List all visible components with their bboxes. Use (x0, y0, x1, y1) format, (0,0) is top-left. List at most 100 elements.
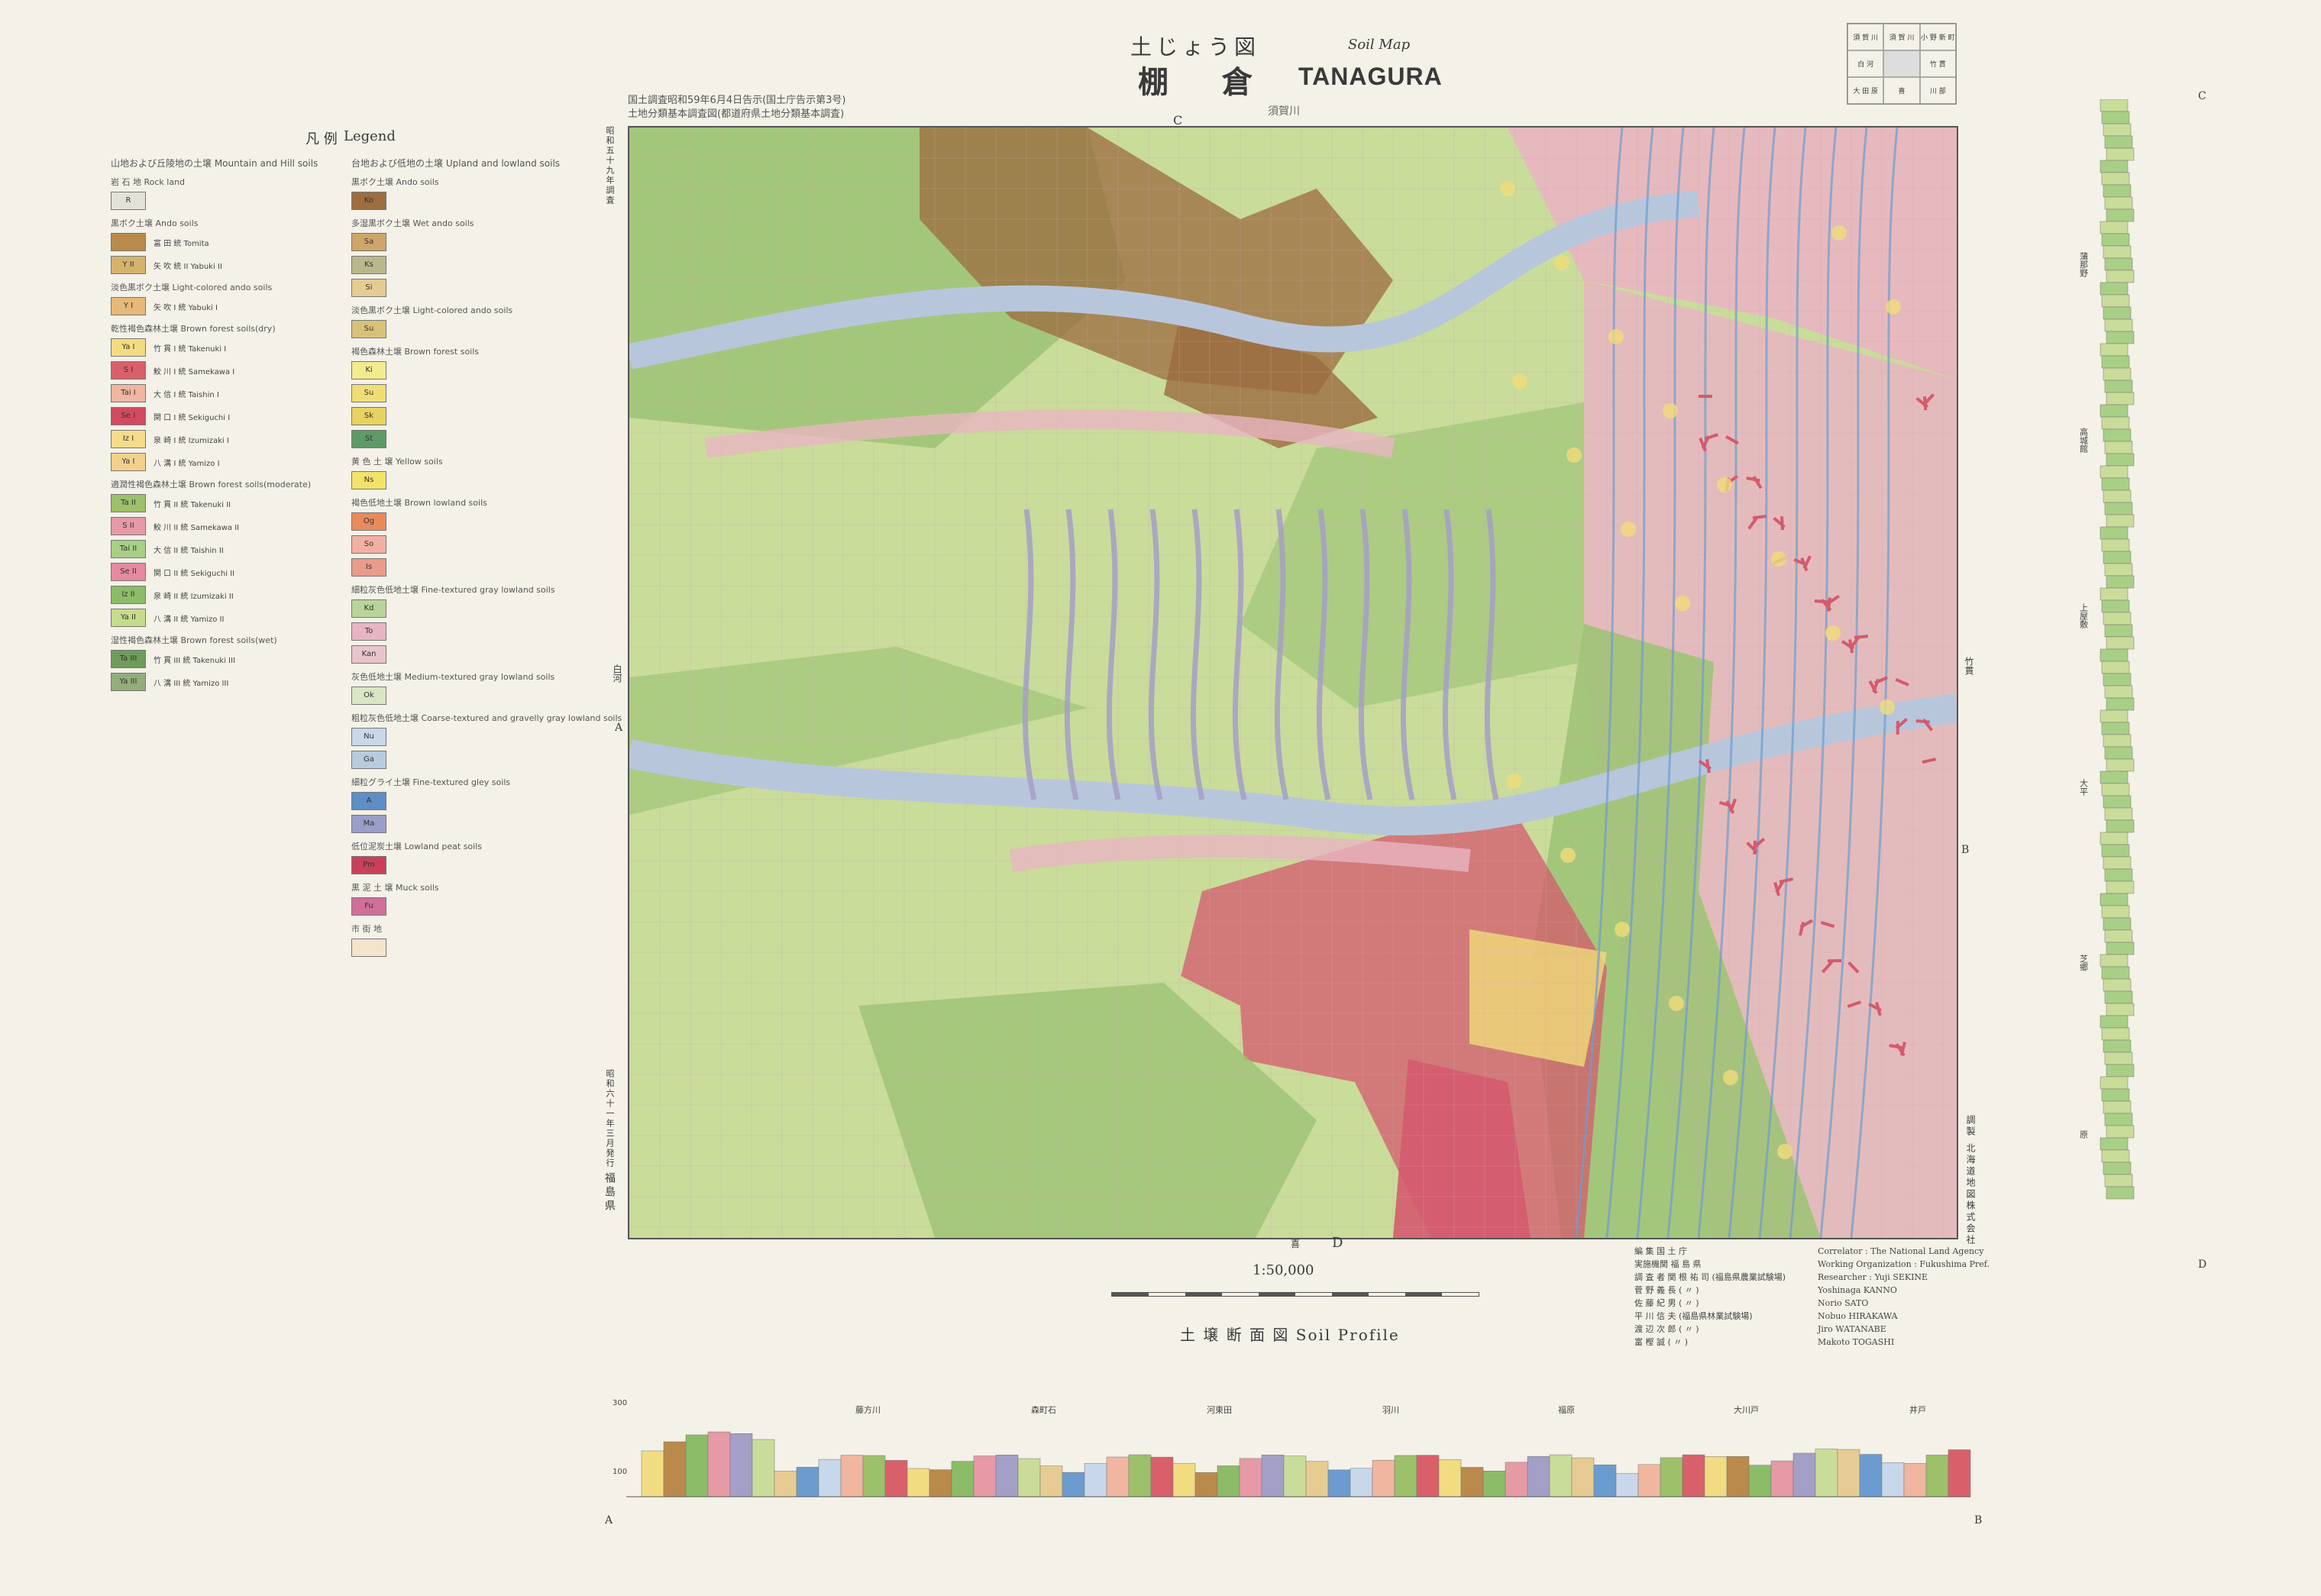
legend-item: Ya III 八 溝 III 統 Yamizo III (111, 670, 340, 693)
legend-group-label: 黄 色 土 壌 Yellow soils (351, 457, 443, 467)
legend-item: Su (351, 382, 596, 405)
legend-swatch: Ta II (111, 494, 146, 512)
section-column-layer (2101, 599, 2130, 613)
survey-note-2: 土地分類基本調査図(都道府県土地分類基本調査) (628, 108, 845, 120)
legend-group-label: 低位泥炭土壌 Lowland peat soils (351, 842, 483, 851)
profile-layer (1770, 1460, 1794, 1497)
legend-item-label: 大 信 I 統 Taishin I (154, 390, 219, 399)
legend-swatch (111, 233, 146, 251)
section-column-layer (2100, 771, 2129, 784)
section-column-layer (2100, 1137, 2129, 1151)
soil-patch (1827, 959, 1842, 963)
legend-item: Se I 関 口 I 統 Sekiguchi I (111, 405, 340, 428)
section-column-layer (2106, 636, 2135, 650)
soil-patch (1880, 699, 1895, 715)
legend-swatch: Tai II (111, 540, 146, 558)
profile-layer (1660, 1457, 1683, 1497)
profile-layer (1637, 1464, 1661, 1497)
legend-item: Pm (351, 854, 596, 877)
marker-a-left: A (615, 722, 623, 734)
section-column-layer (2104, 318, 2133, 332)
section-column-place: 蒲那野 (2079, 251, 2089, 277)
legend-item: Ya I 八 溝 I 統 Yamizo I (111, 451, 340, 473)
index-cell-current (1883, 50, 1920, 77)
soil-patch (1886, 299, 1901, 315)
legend-swatch: Sk (351, 407, 386, 425)
soil-map[interactable] (628, 126, 1958, 1239)
profile-place: 藤方川 (855, 1404, 881, 1415)
credit-line: 調 査 者 関 根 祐 司 (福島県農業試験場) (1634, 1272, 1786, 1282)
profile-layer (641, 1450, 664, 1497)
profile-layer (1372, 1459, 1395, 1497)
legend-item-label: 八 溝 III 統 Yamizo III (154, 679, 229, 688)
legend-item: Ya II 八 溝 II 統 Yamizo II (111, 606, 340, 629)
section-column-layer (2100, 648, 2129, 662)
legend-item-label: 竹 貫 III 統 Takenuki III (154, 656, 236, 665)
section-column-layer (2106, 270, 2135, 283)
section-column-place: 上屋敷 (2079, 603, 2089, 629)
profile-layer (1792, 1452, 1816, 1497)
soil-patch (1675, 596, 1690, 611)
section-column-layer (2100, 526, 2129, 540)
soil-patch (1831, 225, 1847, 241)
section-column-layer (2104, 135, 2133, 149)
legend-upland-column: 台地および低地の土壌 Upland and lowland soils 黒ボク土… (351, 157, 622, 959)
profile-layer (995, 1455, 1019, 1497)
legend-item-label: 富 田 統 Tomita (154, 239, 209, 248)
legend-swatch: St (351, 430, 386, 448)
section-column-layer (2103, 428, 2132, 442)
profile-layer (1903, 1463, 1927, 1497)
section-column-place: 高城館 (2079, 427, 2089, 454)
section-column-layer (2101, 416, 2130, 430)
section-column-layer (2103, 734, 2132, 748)
section-column-layer (2106, 819, 2135, 833)
profile-layer (1150, 1456, 1174, 1497)
section-column-layer (2106, 758, 2135, 772)
legend-item: A (351, 790, 596, 813)
title-en: Soil Map (1348, 37, 1411, 53)
profile-layer (1239, 1458, 1262, 1497)
section-column-layer (2106, 880, 2135, 894)
left-place-label: 白河 (612, 664, 622, 683)
section-column-layer (2104, 1174, 2133, 1187)
legend-item: Ma (351, 813, 596, 835)
legend-swatch: Ko (351, 192, 386, 210)
section-column-layer (2100, 1076, 2129, 1090)
section-column-layer (2103, 1100, 2132, 1114)
section-column-layer (2106, 1186, 2135, 1200)
section-column-layer (2104, 1113, 2133, 1126)
soil-patch (1717, 477, 1732, 493)
legend-swatch: Ki (351, 361, 386, 380)
section-column-layer (2106, 392, 2135, 405)
profile-layer (774, 1471, 797, 1497)
section-column-layer (2106, 514, 2135, 528)
profile-layer (1084, 1463, 1107, 1497)
profile-title: 土 壌 断 面 図 Soil Profile (1180, 1326, 1400, 1344)
section-column-layer (2103, 245, 2132, 259)
profile-layer (1482, 1471, 1506, 1497)
section-column-layer (2101, 1027, 2130, 1041)
index-cell: 喜 (1883, 77, 1920, 104)
profile-layer (663, 1441, 687, 1497)
profile-layer (862, 1455, 886, 1497)
legend-swatch: A (351, 792, 386, 810)
legend-swatch: Se II (111, 563, 146, 581)
profile-layer (1106, 1456, 1130, 1497)
index-cell: 須 賀 川 (1883, 24, 1920, 50)
profile-layer (796, 1466, 819, 1497)
section-column-layer (2101, 1149, 2130, 1163)
legend-item-label: 泉 崎 II 統 Izumizaki II (154, 592, 234, 601)
legend-item: Ko (351, 189, 596, 212)
section-column-layer (2103, 306, 2132, 320)
profile-layer (1948, 1449, 1971, 1497)
legend-item-label: 矢 吹 I 統 Yabuki I (154, 303, 218, 312)
legend-item: Sk (351, 405, 596, 428)
profile-layer (951, 1461, 975, 1497)
legend-heading-ja: 凡 例 (305, 131, 338, 147)
credit-line: 平 川 信 夫 (福島県林業試験場) (1634, 1311, 1753, 1321)
section-column-place: 原 (2079, 1130, 2089, 1139)
legend-item: Se II 関 口 II 統 Sekiguchi II (111, 561, 340, 583)
legend-item: Iz II 泉 崎 II 統 Izumizaki II (111, 583, 340, 606)
legend-item: Iz I 泉 崎 I 統 Izumizaki I (111, 428, 340, 451)
legend-item-label: 竹 貫 II 統 Takenuki II (154, 500, 231, 509)
